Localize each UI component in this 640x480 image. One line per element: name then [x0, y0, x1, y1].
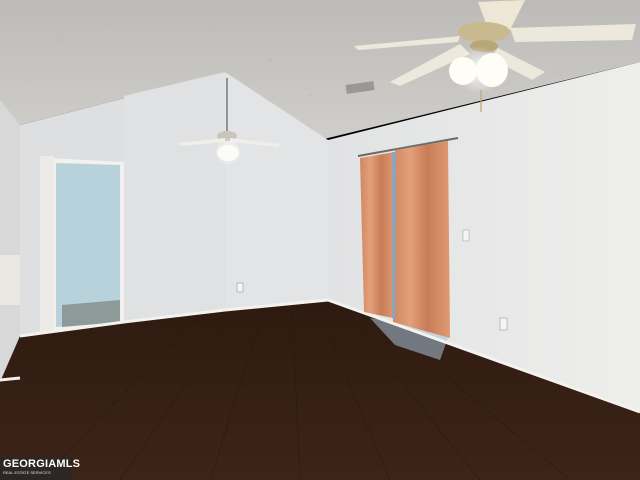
wall-outlet — [499, 317, 508, 331]
left-counter — [0, 255, 20, 305]
watermark-logo: GEORGIAMLS REAL ESTATE SERVICES — [0, 457, 81, 480]
wall-outlet — [236, 282, 244, 293]
room-photo — [0, 0, 640, 480]
curtain-left — [360, 152, 395, 318]
baseboard-left — [0, 376, 21, 382]
open-door — [40, 156, 54, 334]
left-wall — [0, 100, 20, 382]
back-wall-shade — [124, 72, 225, 322]
watermark-tagline: REAL ESTATE SERVICES — [3, 470, 51, 475]
curtain-right — [393, 141, 450, 338]
watermark-brand: GEORGIAMLS — [3, 458, 81, 470]
light-switch — [462, 229, 470, 242]
